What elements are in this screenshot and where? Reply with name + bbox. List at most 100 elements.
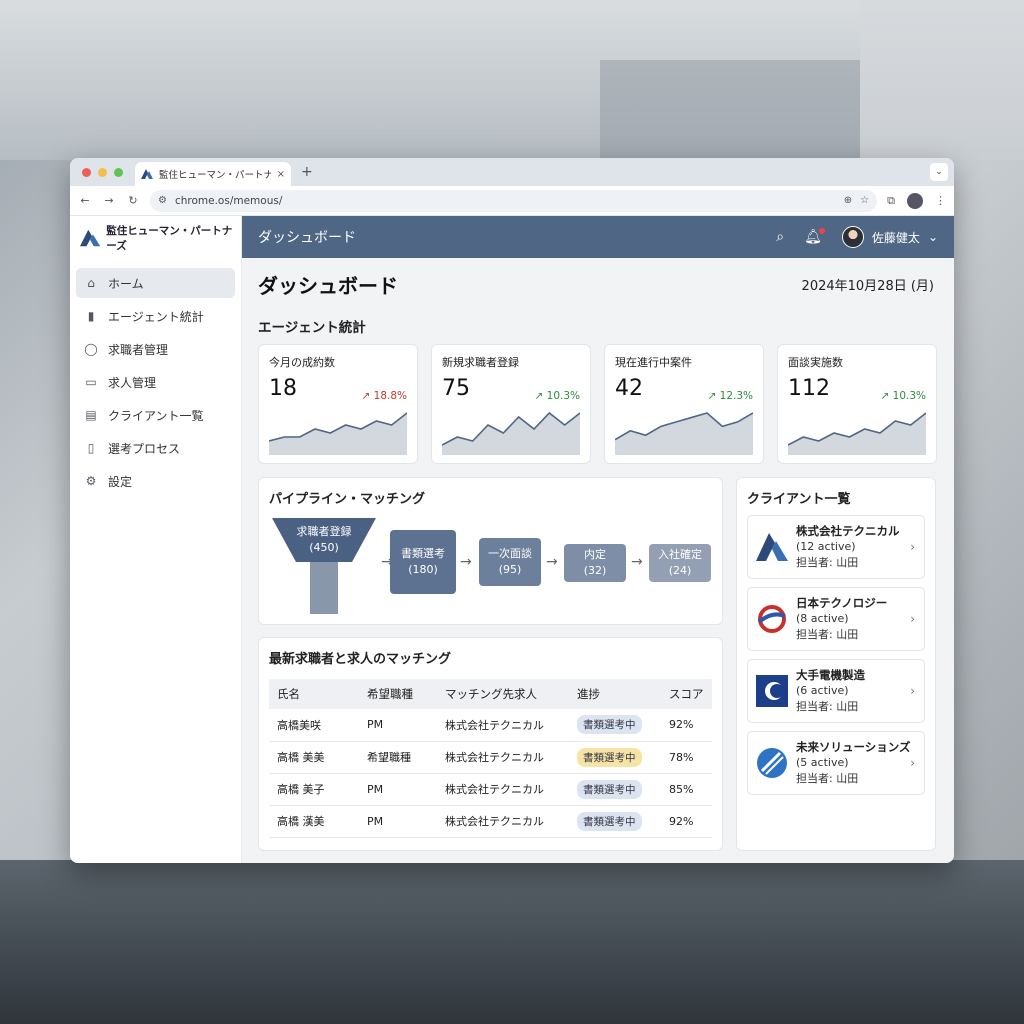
- stat-card-interviews[interactable]: 面談実施数 112 ↗ 10.3%: [777, 344, 937, 464]
- profile-avatar-icon[interactable]: [907, 192, 923, 209]
- sidebar-item-agent-stats[interactable]: ▮ エージェント統計: [76, 301, 235, 331]
- reload-icon[interactable]: ↻: [126, 194, 140, 207]
- sidebar: 監住ヒューマン・パートナーズ ⌂ ホーム ▮ エージェント統計 ◯ 求職者管理 …: [70, 216, 242, 863]
- client-logo-icon: [756, 747, 788, 779]
- gear-icon: ⚙: [85, 474, 97, 488]
- app-header: ダッシュボード ⌕ 🔔︎ 佐藤健太 ⌄: [242, 216, 954, 258]
- sparkline-area: [269, 413, 407, 455]
- address-bar[interactable]: ⚙ chrome.os/memous/ ⊕ ☆: [150, 189, 878, 212]
- stat-delta: ↗ 12.3%: [707, 390, 754, 402]
- person-icon: ◯: [84, 342, 98, 356]
- sparkline-chart: [788, 412, 926, 455]
- table-row[interactable]: 高橋 美美 希望職種 株式会社テクニカル 書類選考中 78%: [269, 741, 712, 774]
- bar-chart-icon: ▮: [87, 309, 95, 323]
- column-header[interactable]: スコア: [661, 679, 712, 709]
- client-item-technical[interactable]: 株式会社テクニカル (12 active) 担当者: 山田 ›: [747, 515, 925, 579]
- client-name: 未来ソリューションズ: [796, 739, 911, 754]
- stat-delta: ↗ 18.8%: [361, 390, 408, 402]
- stat-label: 現在進行中案件: [615, 356, 692, 369]
- matching-table: 氏名 希望職種 マッチング先求人 進捗 スコア 高橋美咲 PM 株式会社テクニカ…: [269, 679, 712, 838]
- main: ダッシュボード ⌕ 🔔︎ 佐藤健太 ⌄ ダッシュボード 2024年10月28日 …: [242, 216, 954, 863]
- browser-tab[interactable]: 監住ヒューマン・パートナーズ ×: [135, 162, 291, 186]
- minimize-window-button[interactable]: [98, 167, 107, 177]
- stats-section-title: エージェント統計: [258, 320, 366, 336]
- client-name: 株式会社テクニカル: [796, 523, 900, 538]
- sidebar-item-label: エージェント統計: [108, 309, 204, 324]
- dashboard-content: ダッシュボード 2024年10月28日 (月) エージェント統計 今月の成約数 …: [242, 258, 954, 861]
- avatar: [841, 226, 864, 248]
- sidebar-item-settings[interactable]: ⚙ 設定: [76, 466, 235, 496]
- client-active-count: (8 active): [796, 612, 849, 626]
- bookmark-star-icon[interactable]: ☆: [860, 195, 869, 206]
- sidebar-item-label: ホーム: [108, 276, 144, 291]
- table-row[interactable]: 高橋 美子 PM 株式会社テクニカル 書類選考中 85%: [269, 773, 712, 806]
- lower-row: パイプライン・マッチング 求職者登録 (450) → 書類選考 (180) → …: [258, 477, 938, 851]
- back-arrow-icon[interactable]: ←: [78, 194, 92, 207]
- close-window-button[interactable]: [82, 167, 91, 177]
- sidebar-item-jobs[interactable]: ▭ 求人管理: [76, 367, 235, 397]
- sparkline-area: [442, 413, 580, 455]
- column-header[interactable]: 氏名: [269, 679, 359, 709]
- arrow-right-icon: →: [631, 554, 643, 570]
- client-item-nihon-technology[interactable]: 日本テクノロジー (8 active) 担当者: 山田 ›: [747, 587, 925, 651]
- building-icon: ▤: [85, 408, 97, 422]
- sparkline-chart: [615, 412, 753, 455]
- pipeline-stage-hired[interactable]: 入社確定 (24): [649, 544, 711, 582]
- match-score: 92%: [661, 805, 712, 838]
- stat-card-contracts[interactable]: 今月の成約数 18 ↗ 18.8%: [258, 344, 418, 464]
- stat-card-active-cases[interactable]: 現在進行中案件 42 ↗ 12.3%: [604, 344, 764, 464]
- stage-label: 入社確定: [658, 547, 702, 561]
- user-menu[interactable]: 佐藤健太 ⌄: [841, 226, 938, 248]
- new-tab-button[interactable]: +: [301, 164, 313, 180]
- tab-search-chevron-icon[interactable]: ⌄: [930, 163, 948, 181]
- pipeline-stage-screening[interactable]: 書類選考 (180): [390, 530, 456, 594]
- extensions-icon[interactable]: ⧉: [887, 194, 895, 208]
- matched-job: 株式会社テクニカル: [437, 709, 569, 742]
- matching-title: 最新求職者と求人のマッチング: [269, 652, 452, 667]
- site-settings-icon[interactable]: ⚙: [158, 195, 167, 206]
- column-header[interactable]: 進捗: [569, 679, 661, 709]
- client-item-mirai-solutions[interactable]: 未来ソリューションズ (5 active) 担当者: 山田 ›: [747, 731, 925, 795]
- pipeline-stage-registered[interactable]: 求職者登録 (450): [272, 518, 376, 562]
- client-active-count: (12 active): [796, 540, 856, 554]
- candidate-name: 高橋 美子: [269, 773, 359, 806]
- client-name: 日本テクノロジー: [796, 595, 888, 610]
- brand-name: 監住ヒューマン・パートナーズ: [106, 225, 233, 252]
- notification-badge: [818, 228, 825, 234]
- client-logo-icon: [756, 603, 788, 635]
- stage-label: 一次面談: [488, 546, 532, 560]
- window-controls: [82, 167, 123, 177]
- sidebar-item-home[interactable]: ⌂ ホーム: [76, 268, 235, 298]
- tab-close-icon[interactable]: ×: [277, 169, 285, 180]
- chevron-right-icon: ›: [910, 612, 915, 626]
- stage-count: (24): [668, 564, 692, 577]
- stage-count: (180): [408, 563, 438, 576]
- favicon-icon: [141, 169, 153, 179]
- search-icon[interactable]: ⌕: [776, 229, 784, 245]
- column-header[interactable]: 希望職種: [359, 679, 437, 709]
- table-row[interactable]: 高橋 漢美 PM 株式会社テクニカル 書類選考中 92%: [269, 805, 712, 838]
- forward-arrow-icon[interactable]: →: [102, 194, 116, 207]
- sidebar-item-label: 求人管理: [108, 375, 157, 390]
- sidebar-item-candidates[interactable]: ◯ 求職者管理: [76, 334, 235, 364]
- current-date: 2024年10月28日 (月): [801, 279, 934, 294]
- browser-menu-icon[interactable]: ⋮: [935, 194, 946, 207]
- client-item-electric-manufacturing[interactable]: 大手電機製造 (6 active) 担当者: 山田 ›: [747, 659, 925, 723]
- sidebar-item-clients[interactable]: ▤ クライアント一覧: [76, 400, 235, 430]
- pipeline-stage-first-interview[interactable]: 一次面談 (95): [479, 538, 541, 586]
- column-header[interactable]: マッチング先求人: [437, 679, 569, 709]
- candidate-name: 高橋 美美: [269, 741, 359, 774]
- brand[interactable]: 監住ヒューマン・パートナーズ: [70, 216, 241, 260]
- zoom-icon[interactable]: ⊕: [844, 195, 852, 206]
- sidebar-item-label: クライアント一覧: [108, 408, 204, 423]
- stat-label: 今月の成約数: [269, 356, 335, 369]
- maximize-window-button[interactable]: [114, 167, 123, 177]
- sidebar-item-selection-process[interactable]: ▯ 選考プロセス: [76, 433, 235, 463]
- desired-role: PM: [359, 709, 437, 742]
- pipeline-stage-offer[interactable]: 内定 (32): [564, 544, 626, 582]
- notification-bell-icon[interactable]: 🔔︎: [804, 228, 825, 245]
- sparkline-chart: [269, 412, 407, 455]
- table-row[interactable]: 高橋美咲 PM 株式会社テクニカル 書類選考中 92%: [269, 709, 712, 742]
- tab-strip: 監住ヒューマン・パートナーズ × + ⌄: [70, 158, 954, 186]
- stat-card-new-candidates[interactable]: 新規求職者登録 75 ↗ 10.3%: [431, 344, 591, 464]
